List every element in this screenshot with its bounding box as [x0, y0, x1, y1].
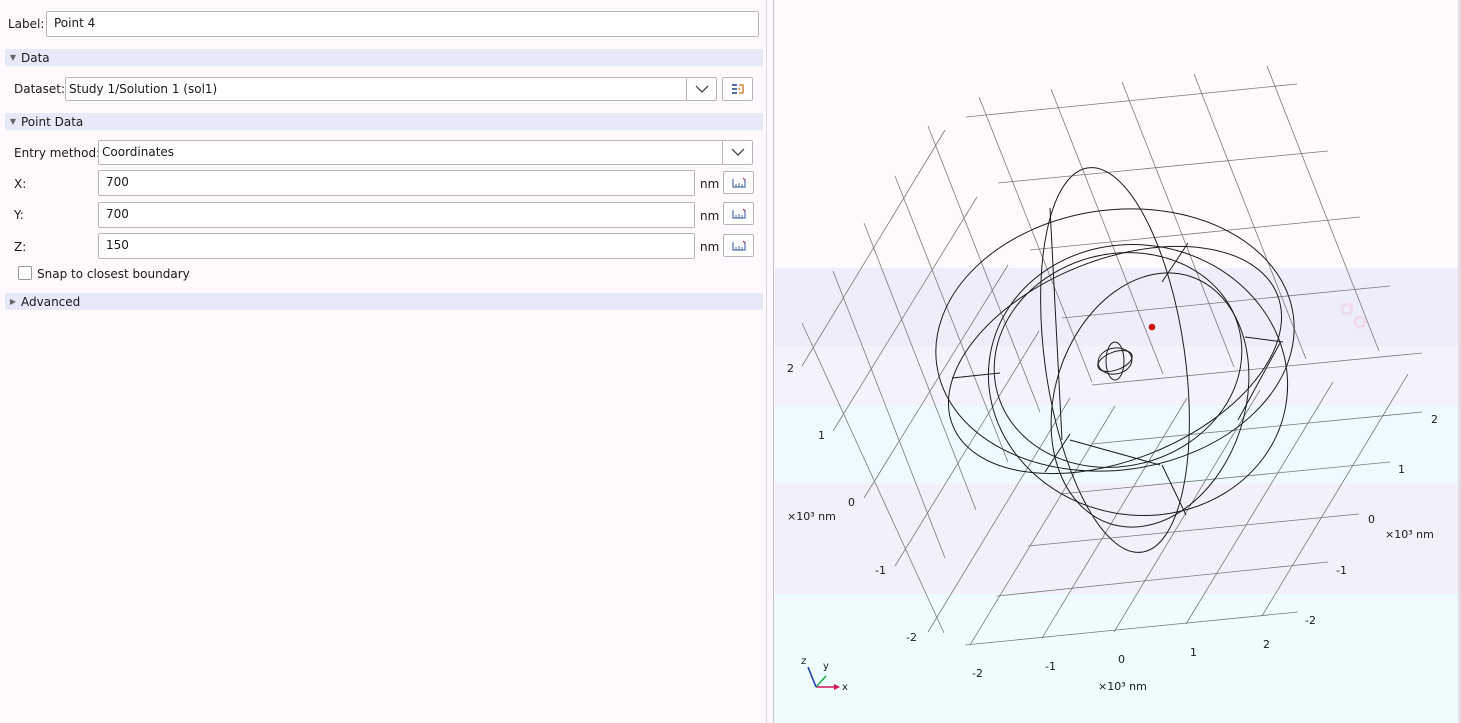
ruler-pick-icon [731, 177, 746, 188]
bottom-axis-tick: -1 [1045, 660, 1056, 673]
settings-panel: Label: Point 4 ▼ Data Dataset: Study 1/S… [0, 0, 766, 723]
x-unit: nm [700, 177, 720, 191]
section-advanced-title: Advanced [21, 294, 81, 309]
dataset-select[interactable]: Study 1/Solution 1 (sol1) [65, 77, 687, 101]
ruler-pick-icon [731, 208, 746, 219]
right-axis-tick: -1 [1336, 564, 1347, 577]
dataset-dropdown-button[interactable] [686, 77, 717, 101]
entry-method-caption: Entry method: [14, 146, 101, 160]
right-axis-tick: -2 [1305, 614, 1316, 627]
z-pick-button[interactable] [723, 234, 754, 257]
section-advanced-header[interactable]: ▶ Advanced [5, 293, 763, 310]
label-input[interactable]: Point 4 [46, 11, 759, 37]
section-point-data-title: Point Data [21, 114, 84, 129]
y-caption: Y: [14, 208, 24, 222]
y-pick-button[interactable] [723, 202, 754, 225]
bottom-axis-unit: ×10³ nm [1098, 680, 1147, 693]
entry-method-dropdown-button[interactable] [722, 140, 753, 165]
x-pick-button[interactable] [723, 171, 754, 194]
left-axis-unit: ×10³ nm [787, 510, 836, 523]
x-input[interactable]: 700 [98, 170, 695, 196]
y-unit: nm [700, 209, 720, 223]
right-axis-unit: ×10³ nm [1385, 528, 1434, 541]
go-to-source-button[interactable] [722, 77, 753, 101]
x-caption: X: [14, 177, 27, 191]
bottom-axis-tick: 0 [1118, 653, 1125, 666]
section-data-header[interactable]: ▼ Data [5, 49, 763, 66]
expand-arrow-icon: ▶ [9, 297, 17, 306]
left-axis-tick: -1 [875, 564, 886, 577]
y-input[interactable]: 700 [98, 202, 695, 228]
snap-label: Snap to closest boundary [37, 267, 190, 281]
evaluation-point-marker[interactable] [1148, 323, 1156, 331]
triad-y-label: y [823, 661, 829, 672]
graphics-canvas[interactable]: 2 1 0 -1 -2 ×10³ nm 2 1 0 -1 -2 ×10³ nm … [775, 0, 1458, 723]
bottom-axis-tick: -2 [972, 667, 983, 680]
left-axis-tick: 1 [818, 429, 825, 442]
z-caption: Z: [14, 240, 27, 254]
left-axis-tick: 2 [787, 362, 794, 375]
collapse-arrow-icon: ▼ [9, 117, 17, 126]
triad-x-label: x [842, 682, 848, 693]
collapse-arrow-icon: ▼ [9, 53, 17, 62]
bottom-axis-tick: 1 [1190, 646, 1197, 659]
graphics-window[interactable]: 2 1 0 -1 -2 ×10³ nm 2 1 0 -1 -2 ×10³ nm … [775, 0, 1458, 723]
entry-method-select[interactable]: Coordinates [98, 140, 724, 165]
z-input[interactable]: 150 [98, 233, 695, 259]
snap-checkbox[interactable] [18, 266, 32, 280]
background-bands [775, 268, 1458, 723]
chevron-down-icon [695, 85, 708, 93]
go-to-source-icon [731, 84, 744, 94]
right-axis-tick: 2 [1431, 413, 1438, 426]
bottom-axis-tick: 2 [1263, 638, 1270, 651]
left-axis-tick: -2 [906, 631, 917, 644]
right-axis-tick: 0 [1368, 513, 1375, 526]
triad-z-label: z [801, 656, 806, 667]
ruler-pick-icon [731, 240, 746, 251]
z-unit: nm [700, 240, 720, 254]
label-caption: Label: [8, 17, 45, 31]
section-data-title: Data [21, 50, 50, 65]
chevron-down-icon [731, 148, 744, 156]
panel-splitter[interactable] [766, 0, 774, 723]
right-axis-tick: 1 [1398, 463, 1405, 476]
section-point-data-header[interactable]: ▼ Point Data [5, 113, 763, 130]
left-axis-tick: 0 [848, 496, 855, 509]
dataset-caption: Dataset: [14, 82, 66, 96]
